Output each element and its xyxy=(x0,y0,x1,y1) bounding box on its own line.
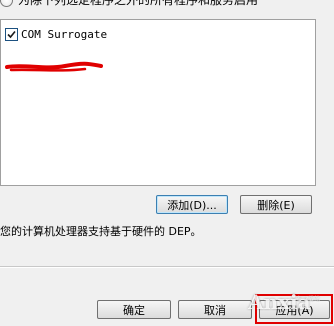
radio-icon[interactable] xyxy=(0,0,13,7)
list-item-label: COM Surrogate xyxy=(21,27,108,41)
dep-support-info: 您的计算机处理器支持基于硬件的 DEP。 xyxy=(0,225,202,238)
delete-button[interactable]: 删除(E) xyxy=(240,195,312,214)
list-item[interactable]: COM Surrogate xyxy=(5,26,107,42)
checkbox-checked-icon[interactable] xyxy=(5,27,18,41)
apply-highlight-annotation xyxy=(255,294,333,324)
ok-button[interactable]: 确定 xyxy=(97,300,171,319)
add-button[interactable]: 添加(D)... xyxy=(156,195,228,214)
cancel-button[interactable]: 取消 xyxy=(178,300,252,319)
radio-option-label: 为除下列选定程序之外的所有程序和服务启用 xyxy=(18,0,259,7)
partial-radio-row: 为除下列选定程序之外的所有程序和服务启用 xyxy=(0,0,334,14)
divider xyxy=(0,266,334,268)
exception-list[interactable]: COM Surrogate xyxy=(0,19,316,186)
red-underline-annotation xyxy=(5,61,103,72)
